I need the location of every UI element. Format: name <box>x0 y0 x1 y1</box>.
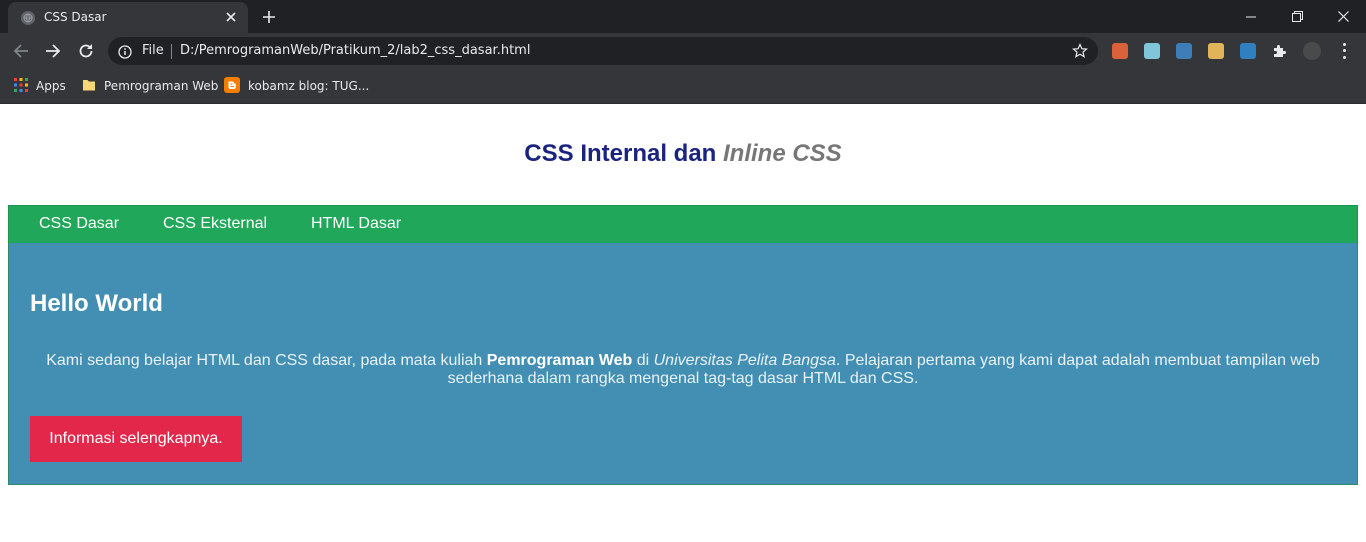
back-icon[interactable] <box>8 38 34 64</box>
bookmark-folder-pemrograman-web[interactable]: Pemrograman Web <box>82 78 218 94</box>
globe-icon <box>21 11 35 25</box>
forward-icon[interactable] <box>40 38 66 64</box>
address-url[interactable]: D:/PemrogramanWeb/Pratikum_2/lab2_css_da… <box>180 43 530 58</box>
bookmark-kobamz-blog[interactable]: kobamz blog: TUG... <box>224 76 370 96</box>
extension-5-icon[interactable] <box>1240 43 1256 59</box>
bookmark-label: Pemrograman Web <box>104 79 219 93</box>
browser-window: CSS Dasar File D:/PemrogramanWeb/Pratiku… <box>0 0 1366 104</box>
bookmark-label: kobamz blog: TUG... <box>248 79 370 93</box>
hero-description: Kami sedang belajar HTML dan CSS dasar, … <box>30 352 1336 388</box>
bookmark-label: Apps <box>36 79 66 93</box>
more-menu-icon[interactable] <box>1336 41 1352 61</box>
address-separator <box>171 44 172 59</box>
site-info-icon[interactable] <box>118 44 132 63</box>
hero-text-2: di <box>632 352 654 369</box>
hero-section: Hello World Kami sedang belajar HTML dan… <box>8 243 1358 485</box>
more-info-button[interactable]: Informasi selengkapnya. <box>30 416 242 462</box>
nav-link-css-eksternal[interactable]: CSS Eksternal <box>163 215 267 233</box>
bookmark-apps[interactable]: Apps <box>14 77 66 95</box>
page-header-text: CSS Internal dan <box>524 140 723 167</box>
extension-profile-icon[interactable] <box>1303 42 1321 60</box>
hero-text-1: Kami sedang belajar HTML dan CSS dasar, … <box>46 352 487 369</box>
puzzle-icon[interactable] <box>1272 43 1288 59</box>
extension-4-icon[interactable] <box>1208 43 1224 59</box>
page-header-css: CSS <box>785 140 842 167</box>
extension-1-icon[interactable] <box>1112 43 1128 59</box>
bookmarks-bar: Apps Pemrograman Web kobamz blog: TUG... <box>0 69 1366 104</box>
address-bar[interactable]: File D:/PemrogramanWeb/Pratikum_2/lab2_c… <box>108 37 1098 65</box>
new-tab-icon[interactable] <box>258 6 280 28</box>
main-nav: CSS Dasar CSS Eksternal HTML Dasar <box>8 205 1358 245</box>
extension-3-icon[interactable] <box>1176 43 1192 59</box>
hero-text-bold: Pemrograman Web <box>486 352 633 369</box>
toolbar: File D:/PemrogramanWeb/Pratikum_2/lab2_c… <box>0 33 1366 69</box>
active-tab[interactable]: CSS Dasar <box>8 2 248 33</box>
reload-icon[interactable] <box>73 38 99 64</box>
page-header-italic: Inline <box>723 140 786 167</box>
web-page: CSS Internal dan Inline CSS CSS Dasar CS… <box>0 104 1366 542</box>
restore-icon[interactable] <box>1274 0 1320 33</box>
nav-link-html-dasar[interactable]: HTML Dasar <box>311 215 401 233</box>
page-header: CSS Internal dan Inline CSS <box>0 140 1366 168</box>
folder-icon <box>82 78 96 95</box>
hero-title: Hello World <box>30 290 163 317</box>
blogger-icon <box>224 76 240 96</box>
minimize-icon[interactable] <box>1228 0 1274 33</box>
extension-2-icon[interactable] <box>1144 43 1160 59</box>
apps-grid-icon <box>14 77 28 95</box>
nav-link-css-dasar[interactable]: CSS Dasar <box>39 215 119 233</box>
tab-title: CSS Dasar <box>44 10 107 24</box>
tab-strip: CSS Dasar <box>0 0 1366 33</box>
close-tab-icon[interactable] <box>222 8 240 26</box>
address-scheme: File <box>142 43 164 58</box>
bookmark-star-icon[interactable] <box>1072 43 1088 63</box>
close-window-icon[interactable] <box>1320 0 1366 33</box>
hero-text-italic: Universitas Pelita Bangsa <box>653 352 836 369</box>
